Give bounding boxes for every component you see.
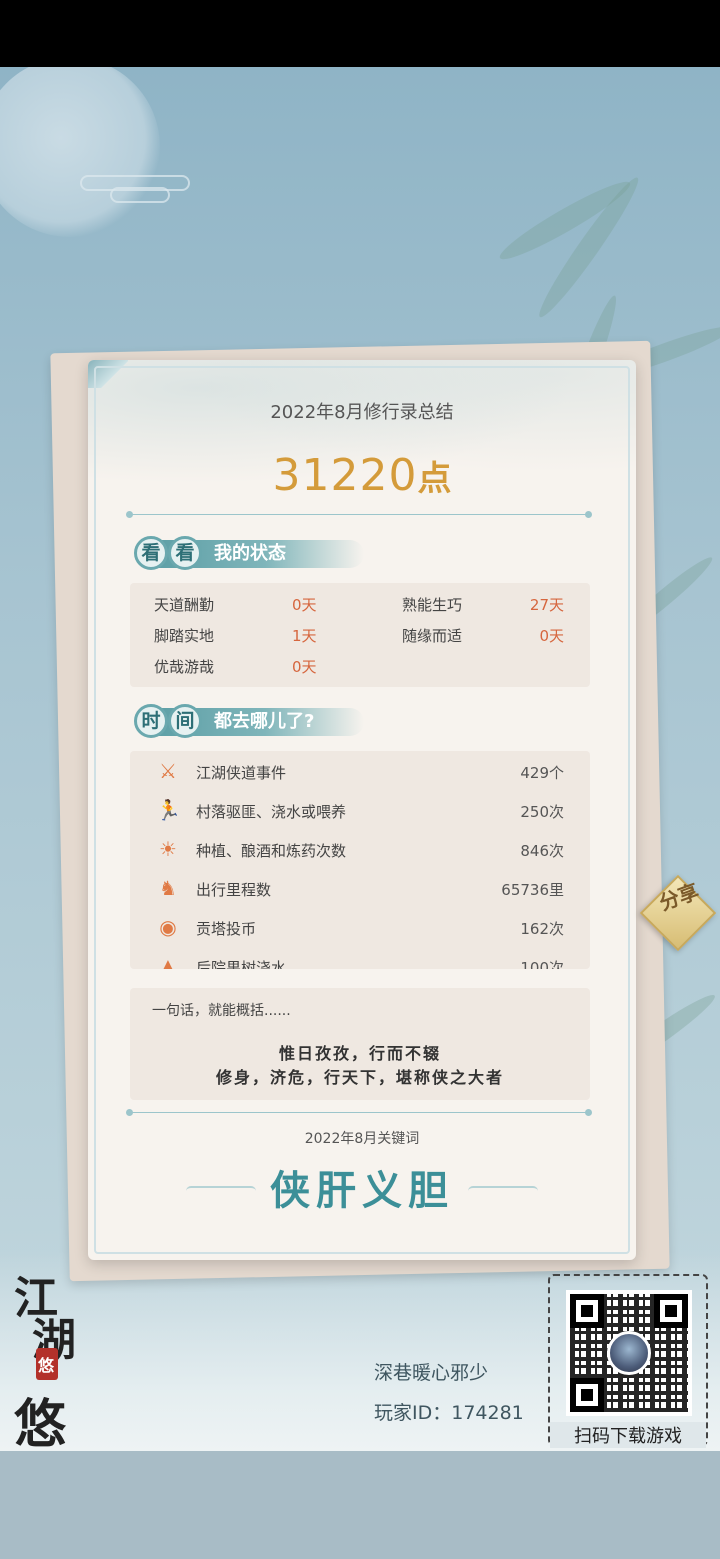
list-item-value: 429个 xyxy=(520,764,564,782)
qr-code[interactable] xyxy=(566,1290,692,1416)
status-item-name: 随缘而适 xyxy=(402,627,463,645)
report-title: 2022年8月修行录总结 xyxy=(270,402,454,423)
status-item-name: 优哉游哉 xyxy=(154,658,215,676)
status-item-value: 1天 xyxy=(292,627,317,645)
footer-band xyxy=(0,1451,720,1559)
player-id-value: 174281 xyxy=(451,1402,524,1424)
logo-char: 悠 xyxy=(38,1356,55,1375)
list-item-value: 100次 xyxy=(520,959,564,969)
list-item-label: 后院果树浇水 xyxy=(196,959,287,969)
divider xyxy=(126,1109,592,1116)
qr-finder-pattern xyxy=(570,1378,604,1412)
list-item-value: 250次 xyxy=(520,803,564,821)
logo-char: 悠 xyxy=(14,1394,67,1455)
status-item-value: 0天 xyxy=(292,658,317,676)
coin-icon: ◉ xyxy=(159,915,177,939)
points-value: 31220 xyxy=(272,450,418,501)
list-item: ◉ 贡塔投币 162次 xyxy=(130,909,590,948)
status-item-name: 熟能生巧 xyxy=(402,596,463,614)
list-item: ⚔ 江湖侠道事件 429个 xyxy=(130,753,590,792)
points-unit: 点 xyxy=(417,459,452,499)
avatar xyxy=(607,1331,651,1375)
status-item-value: 0天 xyxy=(539,627,564,645)
list-item: ☀ 种植、酿酒和炼药次数 846次 xyxy=(130,831,590,870)
list-item-label: 贡塔投币 xyxy=(196,920,257,938)
status-panel: 天道酬勤 0天 熟能生巧 27天 脚踏实地 1天 随缘而适 0天 优哉游哉 0天 xyxy=(130,583,590,687)
status-bar xyxy=(0,0,720,67)
keyword-title: 2022年8月关键词 xyxy=(304,1131,420,1147)
qr-finder-pattern xyxy=(570,1294,604,1328)
status-item-name: 天道酬勤 xyxy=(154,596,215,614)
list-item: 🏃 村落驱匪、浇水或喂养 250次 xyxy=(130,792,590,831)
quote-line: 修身，济危，行天下，堪称侠之大者 xyxy=(215,1068,504,1087)
game-logo: 江 湖 悠 悠 xyxy=(10,1262,94,1455)
qr-caption: 扫码下载游戏 xyxy=(550,1422,706,1448)
time-list[interactable]: ⚔ 江湖侠道事件 429个 🏃 村落驱匪、浇水或喂养 250次 ☀ 种植、酿酒和… xyxy=(130,751,590,969)
header-circle-char: 看 xyxy=(168,536,202,570)
status-section-header: 看 看 我的状态 xyxy=(134,536,364,570)
list-item-label: 江湖侠道事件 xyxy=(196,764,287,782)
status-item-value: 0天 xyxy=(292,596,317,614)
header-circle-char: 间 xyxy=(168,704,202,738)
qr-finder-pattern xyxy=(654,1294,688,1328)
time-section-header: 时 间 都去哪儿了? xyxy=(134,704,364,738)
section-title: 都去哪儿了? xyxy=(214,711,315,732)
cloud-decoration xyxy=(110,187,170,203)
player-id: 玩家ID：174281 xyxy=(374,1398,524,1425)
sunrise-field-icon: ☀ xyxy=(159,837,177,861)
summary-card: 2022年8月修行录总结 31220点 看 看 我的状态 天道酬勤 0天 熟能生… xyxy=(88,360,636,1260)
quote-label: 一句话，就能概括...... xyxy=(152,1003,291,1019)
list-item-value: 65736里 xyxy=(501,881,564,899)
status-item-name: 脚踏实地 xyxy=(154,627,215,645)
player-id-label: 玩家ID： xyxy=(374,1402,452,1424)
section-title: 我的状态 xyxy=(214,543,286,564)
status-item-value: 27天 xyxy=(529,596,564,614)
header-circle-char: 看 xyxy=(134,536,168,570)
divider xyxy=(126,511,592,518)
summary-quote-panel: 一句话，就能概括...... 惟日孜孜，行而不辍 修身，济危，行天下，堪称侠之大… xyxy=(130,988,590,1100)
quote-line: 惟日孜孜，行而不辍 xyxy=(278,1044,441,1063)
moon-decoration xyxy=(0,67,160,237)
points-total: 31220点 xyxy=(88,450,636,501)
crossed-swords-icon: ⚔ xyxy=(159,759,177,783)
list-item-label: 村落驱匪、浇水或喂养 xyxy=(196,803,347,821)
list-item-value: 846次 xyxy=(520,842,564,860)
running-figure-icon: 🏃 xyxy=(156,798,181,822)
keyword-text: 侠肝义胆 xyxy=(270,1167,454,1214)
water-drop-icon: ▲ xyxy=(160,954,176,969)
horse-icon: ♞ xyxy=(159,876,177,900)
player-name: 深巷暖心邪少 xyxy=(374,1362,489,1384)
list-item-label: 种植、酿酒和炼药次数 xyxy=(196,842,347,860)
list-item: ▲ 后院果树浇水 100次 xyxy=(130,948,590,969)
list-item-value: 162次 xyxy=(520,920,564,938)
list-item-label: 出行里程数 xyxy=(196,881,272,899)
logo-seal: 悠 xyxy=(36,1348,58,1380)
page-curl-decoration xyxy=(88,360,128,388)
header-circle-char: 时 xyxy=(134,704,168,738)
share-button[interactable]: 分享 xyxy=(639,874,717,952)
qr-download-box[interactable]: 扫码下载游戏 xyxy=(548,1274,708,1448)
list-item: ♞ 出行里程数 65736里 xyxy=(130,870,590,909)
